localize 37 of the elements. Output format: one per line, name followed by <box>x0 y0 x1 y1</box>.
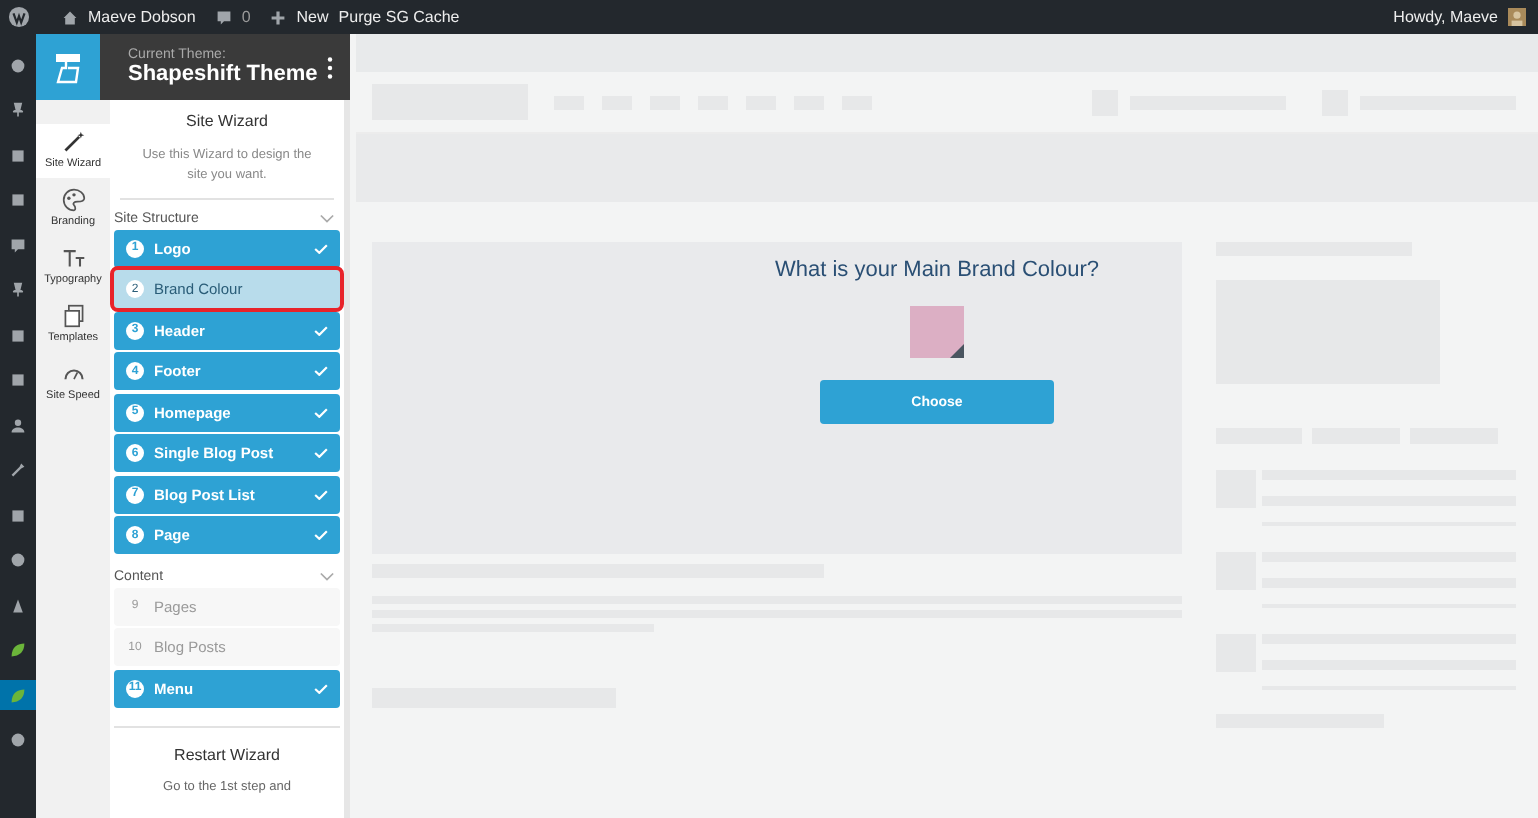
more-options-icon[interactable] <box>326 55 334 79</box>
colour-swatch[interactable] <box>910 306 964 358</box>
text-size-icon <box>61 246 85 270</box>
check-icon <box>314 407 328 417</box>
chevron-icon <box>320 571 334 581</box>
cone-icon[interactable] <box>10 597 26 613</box>
wrench-icon[interactable] <box>10 462 26 478</box>
chevron-icon <box>320 213 334 223</box>
wand-icon <box>61 130 85 154</box>
pin-icon[interactable] <box>10 282 26 298</box>
check-icon <box>314 243 328 253</box>
purge-cache-link[interactable]: Purge SG Cache <box>338 8 460 26</box>
plus-icon <box>270 9 287 25</box>
check-icon <box>314 530 328 540</box>
theme-title: Shapeshift Theme <box>128 62 320 87</box>
palette-icon <box>61 188 85 212</box>
pin-icon[interactable] <box>10 102 26 118</box>
templates-icon <box>61 304 85 328</box>
check-icon <box>314 489 328 499</box>
new-link[interactable]: New <box>296 8 329 26</box>
corner-icon <box>950 344 964 358</box>
comment-icon[interactable] <box>10 237 26 253</box>
greeting-link[interactable]: Howdy, Maeve <box>1393 8 1498 26</box>
restart-title: Restart Wizard <box>172 746 282 764</box>
home-icon <box>62 9 78 25</box>
leaf-icon[interactable] <box>10 642 26 658</box>
wordpress-logo-icon[interactable] <box>8 6 30 28</box>
brand-colour-question: What is your Main Brand Colour? <box>774 258 1099 282</box>
site-link[interactable]: Maeve Dobson <box>88 8 196 26</box>
check-icon <box>314 448 328 458</box>
user-icon[interactable] <box>10 417 26 433</box>
comment-icon <box>215 9 232 25</box>
check-icon <box>314 683 328 693</box>
comment-count[interactable]: 0 <box>241 8 251 26</box>
check-icon <box>314 325 328 335</box>
panel-title: Site Wizard <box>184 110 270 130</box>
check-icon <box>314 366 328 376</box>
